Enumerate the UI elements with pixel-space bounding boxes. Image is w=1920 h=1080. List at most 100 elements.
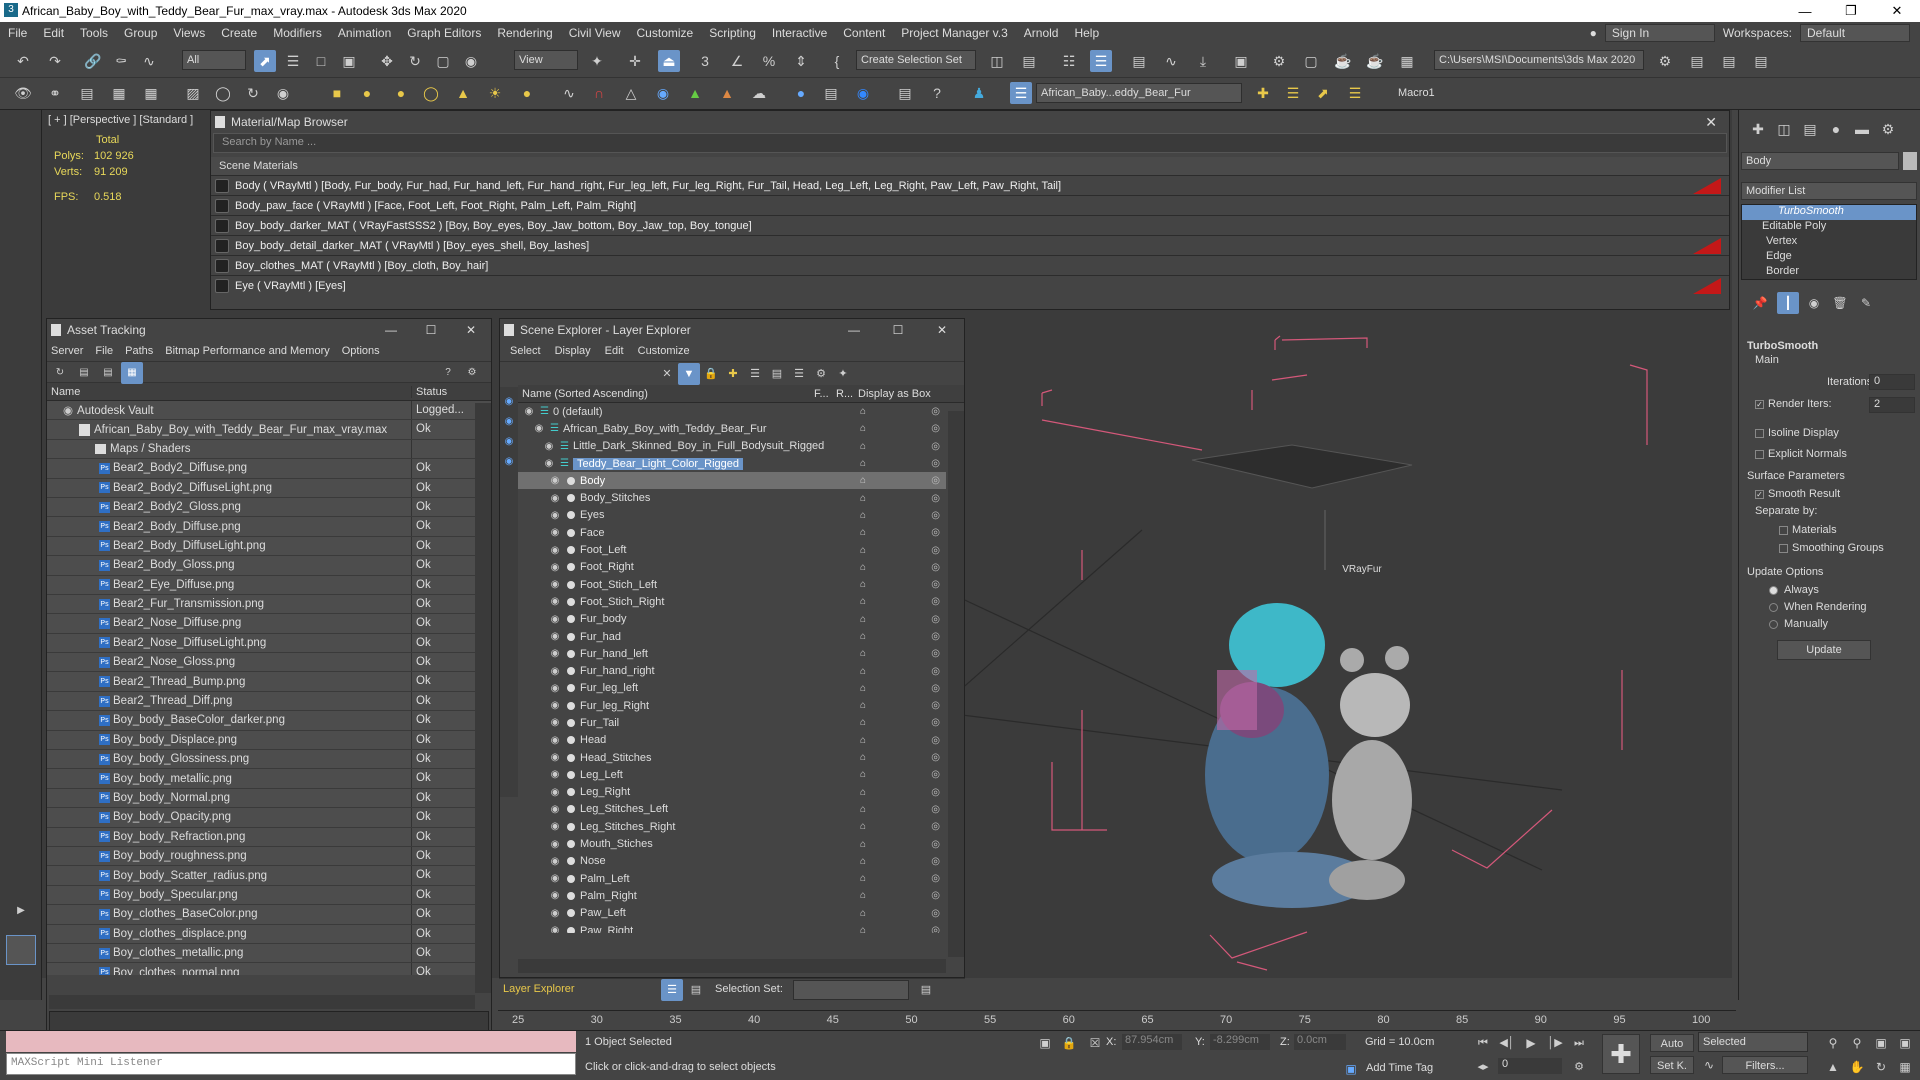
magnet-icon[interactable]: ∩ (588, 82, 610, 104)
next-frame-icon[interactable]: │▶ (1544, 1032, 1566, 1054)
display-as-box-icon[interactable]: ◎ (931, 700, 940, 711)
display-as-box-icon[interactable]: ◎ (931, 441, 940, 452)
renderable-icon[interactable]: ⌂ (860, 441, 866, 452)
pivot-icon[interactable]: ✦ (586, 50, 608, 72)
menu-file[interactable]: File (0, 26, 35, 40)
col-name[interactable]: Name (47, 386, 411, 398)
bind-space-warp-icon[interactable]: ∿ (138, 50, 160, 72)
rect-selection-icon[interactable]: □ (310, 50, 332, 72)
scene-vscrollbar[interactable] (948, 411, 964, 957)
stack-turbosmooth[interactable]: TurboSmooth (1742, 205, 1916, 220)
proxy-icon[interactable]: △ (620, 82, 642, 104)
time-config-icon[interactable]: ⚙ (1568, 1056, 1590, 1078)
dock2-icon[interactable]: ▤ (1718, 50, 1740, 72)
renderable-icon[interactable]: ⌂ (860, 908, 866, 919)
visibility-eye-icon[interactable]: ◉ (548, 579, 562, 590)
smoothing-groups-checkbox[interactable] (1779, 543, 1788, 553)
material-editor-icon[interactable]: ▣ (1230, 50, 1252, 72)
object-row[interactable]: ◉ Head ⌂ ◎ (518, 732, 946, 749)
asset-row[interactable]: Ps Bear2_Eye_Diffuse.png Ok (47, 575, 491, 595)
display-as-box-icon[interactable]: ◎ (931, 856, 940, 867)
display-as-box-icon[interactable]: ◎ (931, 666, 940, 677)
settings-icon[interactable]: ⚙ (810, 363, 832, 385)
key-filter-dropdown[interactable]: Selected (1698, 1032, 1808, 1052)
render-iters-checkbox[interactable]: ✓ (1755, 399, 1764, 409)
ball-icon[interactable]: ● (790, 82, 812, 104)
minimize-icon[interactable]: — (371, 323, 411, 337)
renderable-icon[interactable]: ⌂ (860, 873, 866, 884)
select-layer-icon[interactable]: ⬈ (1312, 82, 1334, 104)
file-row[interactable]: African_Baby_Boy_with_Teddy_Bear_Fur_max… (47, 420, 491, 440)
z-field[interactable]: 0.0cm (1294, 1034, 1346, 1050)
visibility-eye-icon[interactable]: ◉ (548, 908, 562, 919)
menu-edit[interactable]: Edit (35, 26, 72, 40)
layer-stack-icon[interactable]: ☰ (1282, 82, 1304, 104)
toggle-scene-explorer-icon[interactable]: ☷ (1058, 50, 1080, 72)
help-icon[interactable]: ? (926, 82, 948, 104)
rotate-icon[interactable]: ↻ (404, 50, 426, 72)
display-as-box-icon[interactable]: ◎ (931, 717, 940, 728)
object-row[interactable]: ◉ Leg_Stitches_Left ⌂ ◎ (518, 801, 946, 818)
teapot-icon[interactable]: ◯ (212, 82, 234, 104)
render-iters-spinner[interactable]: 2 (1869, 397, 1915, 413)
isolate-icon[interactable]: ▣ (1034, 1032, 1056, 1054)
select-object-icon[interactable]: ⬈ (254, 50, 276, 72)
refresh-icon[interactable]: ↻ (49, 362, 71, 384)
minimize-icon[interactable]: — (832, 323, 876, 337)
display-tab-icon[interactable]: ▬ (1851, 118, 1873, 140)
display-lights-icon[interactable]: ◉ (498, 431, 520, 453)
box-icon[interactable]: ■ (326, 82, 348, 104)
sort-icon[interactable]: ▤ (766, 363, 788, 385)
modifier-list-dropdown[interactable]: Modifier List (1741, 182, 1917, 200)
signin-dropdown[interactable]: Sign In (1604, 24, 1715, 42)
visibility-eye-icon[interactable]: ◉ (548, 562, 562, 573)
layout-tab[interactable] (6, 935, 36, 965)
visibility-eye-icon[interactable]: ◉ (548, 769, 562, 780)
asset-row[interactable]: Ps Boy_clothes_metallic.png Ok (47, 943, 491, 964)
visibility-eye-icon[interactable]: ◉ (548, 873, 562, 884)
asset-vscrollbar[interactable] (475, 403, 491, 993)
make-unique-icon[interactable]: ◉ (1803, 292, 1825, 314)
visibility-eye-icon[interactable]: ◉ (548, 856, 562, 867)
render-production-icon[interactable]: ☕ (1332, 50, 1354, 72)
workspace-dropdown[interactable]: Default (1800, 24, 1910, 42)
hair-icon[interactable]: ∿ (558, 82, 580, 104)
table-icon[interactable]: ▦ (140, 82, 162, 104)
hierarchy-tab-icon[interactable]: ▤ (1799, 118, 1821, 140)
visibility-eye-icon[interactable]: ◉ (548, 804, 562, 815)
renderable-icon[interactable]: ⌂ (860, 614, 866, 625)
torus-icon[interactable]: ◯ (420, 82, 442, 104)
visibility-eye-icon[interactable]: ◉ (548, 493, 562, 504)
scene-hscrollbar[interactable] (518, 959, 946, 973)
pin-stack-icon[interactable]: 📌 (1749, 292, 1771, 314)
display-as-box-icon[interactable]: ◎ (931, 423, 940, 434)
renderable-icon[interactable]: ⌂ (860, 925, 866, 933)
renderable-icon[interactable]: ⌂ (860, 596, 866, 607)
goto-start-icon[interactable]: ⏮ (1472, 1032, 1494, 1054)
project-path-dropdown[interactable]: C:\Users\MSI\Documents\3ds Max 2020 (1434, 50, 1644, 70)
menu-create[interactable]: Create (213, 26, 265, 40)
visibility-eye-icon[interactable]: ◉ (548, 717, 562, 728)
menu-animation[interactable]: Animation (330, 26, 399, 40)
object-row[interactable]: ◉ Palm_Left ⌂ ◎ (518, 870, 946, 887)
object-row[interactable]: ◉ Fur_had ⌂ ◎ (518, 628, 946, 645)
scene-menu-edit[interactable]: Edit (605, 345, 624, 357)
menu-tools[interactable]: Tools (72, 26, 116, 40)
menu-civil-view[interactable]: Civil View (561, 26, 629, 40)
asset-row[interactable]: Ps Boy_body_Specular.png Ok (47, 885, 491, 906)
motion-tab-icon[interactable]: ● (1825, 118, 1847, 140)
visibility-eye-icon[interactable]: ◉ (548, 683, 562, 694)
material-item[interactable]: Body ( VRayMtl ) [Body, Fur_body, Fur_ha… (211, 175, 1729, 195)
selection-set-combo[interactable] (793, 980, 909, 1000)
object-row[interactable]: ◉ Foot_Stich_Left ⌂ ◎ (518, 576, 946, 593)
stack-border[interactable]: Border (1742, 265, 1916, 280)
scene-col-name[interactable]: Name (Sorted Ascending) (518, 388, 814, 400)
window-crossing-icon[interactable]: ▣ (338, 50, 360, 72)
display-as-box-icon[interactable]: ◎ (931, 510, 940, 521)
object-row[interactable]: ◉ Fur_leg_Right ⌂ ◎ (518, 697, 946, 714)
layer-row[interactable]: ◉ ☰ 0 (default) ⌂ ◎ (518, 403, 946, 420)
asset-row[interactable]: Ps Boy_body_Normal.png Ok (47, 788, 491, 809)
renderable-icon[interactable]: ⌂ (860, 787, 866, 798)
display-as-box-icon[interactable]: ◎ (931, 821, 940, 832)
display-cameras-icon[interactable]: ◉ (498, 451, 520, 473)
